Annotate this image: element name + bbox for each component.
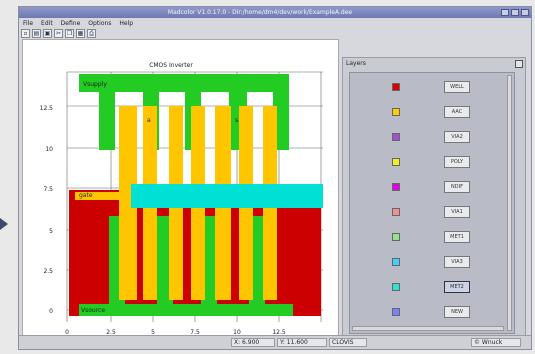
layer-row[interactable]: POLY [350, 152, 514, 176]
layers-list: WELL AAC VIA2 POLY NDIF VIA1 MET1 VIA3 M… [349, 72, 515, 334]
metal-vsupply [79, 74, 289, 150]
layer-row[interactable]: NEW [350, 302, 514, 326]
layer-row[interactable]: WELL [350, 77, 514, 101]
label-gate: gate [79, 192, 93, 199]
layer-button-met2[interactable]: MET2 [444, 281, 470, 293]
status-bar: X: 6.900 Y: 11.600 CLOVIS © Wnuck [19, 335, 531, 349]
title-bar: Madcolor V1.0.17.0 - Dir:/home/dm4/dev/w… [19, 7, 531, 18]
layer-row[interactable]: VIA2 [350, 127, 514, 151]
status-credit: © Wnuck [471, 338, 521, 347]
menu-define[interactable]: Define [61, 19, 81, 28]
layer-swatch [392, 158, 400, 166]
layer-row[interactable]: VIA3 [350, 252, 514, 276]
layer-button-met1[interactable]: MET1 [444, 231, 470, 243]
layer-swatch [392, 233, 400, 241]
layer-button-ndif[interactable]: NDIF [444, 181, 470, 193]
cut-icon[interactable]: ✂ [54, 29, 63, 38]
layer-swatch [392, 133, 400, 141]
canvas-title: CMOS Inverter [149, 62, 193, 69]
open-icon[interactable]: ▤ [32, 29, 41, 38]
menu-help[interactable]: Help [119, 19, 133, 28]
layers-panel: Layers WELL AAC VIA2 POLY NDIF VIA1 MET1… [342, 57, 526, 340]
layout-drawing: CMOS Inverter Vsupply a s gate Vsource 1… [40, 62, 323, 336]
y-tick-label: 0 [49, 308, 53, 315]
menu-edit[interactable]: Edit [41, 19, 53, 28]
label-s: s [235, 117, 238, 124]
copy-icon[interactable]: ❐ [65, 29, 74, 38]
layer-swatch [392, 83, 400, 91]
toolbar: ▫ ▤ ▣ ✂ ❐ ▦ ⎙ [21, 29, 96, 38]
layer-row[interactable]: NDIF [350, 177, 514, 201]
layer-swatch [392, 308, 400, 316]
layer-row[interactable]: VIA1 [350, 202, 514, 226]
layer-swatch [392, 183, 400, 191]
layer-button-new[interactable]: NEW [444, 306, 470, 318]
pointer-arrow-icon [0, 218, 8, 230]
y-tick-label: 10 [45, 146, 53, 153]
status-y: Y: 11.600 [277, 338, 327, 347]
layers-vertical-scrollbar[interactable] [507, 75, 512, 331]
close-button[interactable] [521, 9, 529, 16]
new-icon[interactable]: ▫ [21, 29, 30, 38]
paste-icon[interactable]: ▦ [76, 29, 85, 38]
layer-button-via3[interactable]: VIA3 [444, 256, 470, 268]
layer-button-well[interactable]: WELL [444, 81, 470, 93]
window-title: Madcolor V1.0.17.0 - Dir:/home/dm4/dev/w… [167, 9, 353, 16]
label-a: a [147, 117, 151, 124]
label-vsource: Vsource [81, 307, 105, 314]
save-icon[interactable]: ▣ [43, 29, 52, 38]
y-tick-label: 2.5 [43, 268, 53, 275]
maximize-button[interactable] [511, 9, 519, 16]
label-vsupply: Vsupply [83, 81, 107, 88]
layer-swatch [392, 258, 400, 266]
status-mode: CLOVIS [329, 338, 367, 347]
menu-bar: File Edit Define Options Help [19, 19, 531, 28]
minimize-button[interactable] [501, 9, 509, 16]
layer-button-aac[interactable]: AAC [444, 106, 470, 118]
layer-button-via2[interactable]: VIA2 [444, 131, 470, 143]
layer-row[interactable]: MET1 [350, 227, 514, 251]
menu-file[interactable]: File [23, 19, 33, 28]
layer-swatch [392, 108, 400, 116]
layers-title: Layers [346, 60, 366, 67]
layout-canvas[interactable]: CMOS Inverter Vsupply a s gate Vsource 1… [22, 39, 339, 339]
layer-button-via1[interactable]: VIA1 [444, 206, 470, 218]
layer-button-poly[interactable]: POLY [444, 156, 470, 168]
panel-maximize-button[interactable] [515, 60, 523, 68]
layer-swatch [392, 208, 400, 216]
print-icon[interactable]: ⎙ [87, 29, 96, 38]
layer-swatch [392, 283, 400, 291]
status-x: X: 6.900 [231, 338, 275, 347]
menu-options[interactable]: Options [88, 19, 111, 28]
metal2-gate-bus [131, 184, 323, 208]
layers-horizontal-scrollbar[interactable] [352, 326, 504, 331]
y-tick-label: 7.5 [43, 186, 53, 193]
app-window: Madcolor V1.0.17.0 - Dir:/home/dm4/dev/w… [18, 6, 532, 350]
layer-row[interactable]: AAC [350, 102, 514, 126]
y-tick-label: 5 [49, 228, 53, 235]
layer-row[interactable]: MET2 [350, 277, 514, 301]
y-tick-label: 12.5 [40, 105, 54, 112]
